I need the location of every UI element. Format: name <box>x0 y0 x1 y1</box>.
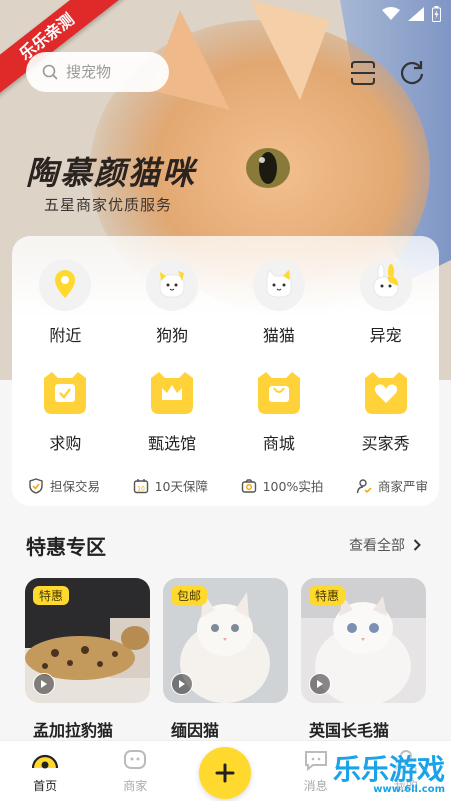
play-icon[interactable] <box>309 673 331 695</box>
battery-icon <box>432 6 441 22</box>
guarantee-real-photo: 100%实拍 <box>241 476 323 495</box>
camera-icon <box>241 478 256 493</box>
deal-name: 孟加拉豹猫 <box>33 721 114 740</box>
shop-bag-icon <box>252 366 306 420</box>
status-bar <box>382 6 441 22</box>
special-section-title: 特惠专区 <box>26 535 106 559</box>
chevron-right-icon <box>413 539 421 551</box>
category-card: 附近 狗狗 猫猫 异宠 求购 甄选馆 商城 买家秀 担保交易 10 10天保障 … <box>12 236 439 506</box>
store-icon <box>121 747 149 773</box>
category-shop[interactable]: 商城 <box>226 366 333 454</box>
view-all-link[interactable]: 查看全部 <box>349 535 421 555</box>
deal-name: 缅因猫 <box>171 721 220 740</box>
deal-name: 英国长毛猫 <box>309 721 390 740</box>
play-icon[interactable] <box>33 673 55 695</box>
deal-card[interactable]: 特惠 孟加拉豹猫 <box>25 578 150 741</box>
search-input[interactable] <box>66 63 156 81</box>
tab-merchants[interactable]: 商家 <box>100 747 170 794</box>
guarantee-escrow: 担保交易 <box>28 476 100 495</box>
heart-icon <box>359 366 413 420</box>
category-grid: 附近 狗狗 猫猫 异宠 求购 甄选馆 商城 买家秀 <box>12 258 439 454</box>
signal-icon <box>408 7 424 21</box>
svg-text:10: 10 <box>137 485 145 492</box>
deal-card[interactable]: 包邮 缅因猫 <box>163 578 288 741</box>
search-bar[interactable] <box>26 52 169 92</box>
deal-badge: 特惠 <box>309 586 346 605</box>
category-dogs[interactable]: 狗狗 <box>119 258 226 346</box>
category-cats[interactable]: 猫猫 <box>226 258 333 346</box>
crown-icon <box>145 366 199 420</box>
person-check-icon <box>356 478 372 493</box>
deal-card[interactable]: 特惠 英国长毛猫 <box>301 578 426 741</box>
dog-icon <box>145 258 199 312</box>
watermark: 乐乐游戏 www.6ll.com <box>332 753 445 795</box>
deal-image: 特惠 <box>301 578 426 703</box>
category-exotic[interactable]: 异宠 <box>332 258 439 346</box>
deal-badge: 包邮 <box>171 586 208 605</box>
scan-button[interactable] <box>348 58 378 88</box>
wifi-icon <box>382 7 400 20</box>
guarantee-row: 担保交易 10 10天保障 100%实拍 商家严审 <box>28 476 428 495</box>
location-pin-icon <box>38 258 92 312</box>
tab-publish[interactable] <box>190 747 260 799</box>
category-nearby[interactable]: 附近 <box>12 258 119 346</box>
tab-home[interactable]: 首页 <box>10 747 80 794</box>
deal-image: 特惠 <box>25 578 150 703</box>
plus-icon <box>199 747 252 799</box>
deal-badge: 特惠 <box>33 586 70 605</box>
deal-image: 包邮 <box>163 578 288 703</box>
refresh-icon <box>400 61 424 85</box>
request-icon <box>38 366 92 420</box>
shield-check-icon <box>29 477 43 494</box>
refresh-button[interactable] <box>397 58 427 88</box>
special-list: 特惠 孟加拉豹猫 包邮 缅因猫 特惠 英国长毛猫 <box>25 578 426 741</box>
scan-icon <box>351 61 375 85</box>
calendar-10-icon: 10 <box>133 478 148 493</box>
home-icon <box>31 747 59 773</box>
rabbit-icon <box>359 258 413 312</box>
guarantee-10day: 10 10天保障 <box>133 476 208 495</box>
category-selection[interactable]: 甄选馆 <box>119 366 226 454</box>
cat-icon <box>252 258 306 312</box>
play-icon[interactable] <box>171 673 193 695</box>
message-icon <box>302 747 330 773</box>
category-buyer-show[interactable]: 买家秀 <box>332 366 439 454</box>
guarantee-merchant-review: 商家严审 <box>356 476 428 495</box>
category-request[interactable]: 求购 <box>12 366 119 454</box>
search-icon <box>42 64 58 80</box>
hero-subtitle: 五星商家优质服务 <box>44 196 173 214</box>
hero-title: 陶慕颜猫咪 <box>26 154 197 192</box>
